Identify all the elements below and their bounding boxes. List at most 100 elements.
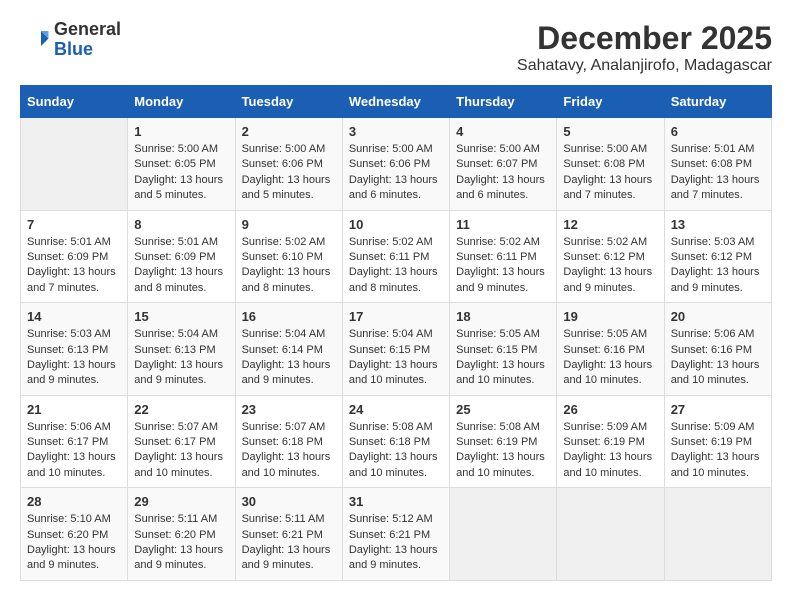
page-subtitle: Sahatavy, Analanjirofo, Madagascar bbox=[517, 57, 772, 75]
calendar-cell bbox=[21, 118, 128, 211]
calendar-cell: 26Sunrise: 5:09 AMSunset: 6:19 PMDayligh… bbox=[557, 395, 664, 488]
sunrise-text: Sunrise: 5:08 AM bbox=[456, 421, 540, 433]
calendar-cell: 7Sunrise: 5:01 AMSunset: 6:09 PMDaylight… bbox=[21, 210, 128, 303]
sunrise-text: Sunrise: 5:01 AM bbox=[27, 236, 111, 248]
sunset-text: Sunset: 6:21 PM bbox=[349, 529, 430, 541]
day-of-week-wednesday: Wednesday bbox=[342, 86, 449, 118]
day-number: 10 bbox=[349, 217, 443, 232]
calendar-cell: 11 Sunrise: 5:02 AMSunset: 6:11 PMDayligh… bbox=[450, 210, 557, 303]
sunset-text: Sunset: 6:19 PM bbox=[563, 436, 644, 448]
cell-content: Sunrise: 5:11 AMSunset: 6:21 PMDaylight:… bbox=[242, 512, 336, 574]
daylight-text: Daylight: 13 hours and 7 minutes. bbox=[27, 266, 116, 293]
day-number: 11 bbox=[456, 217, 550, 232]
calendar-cell bbox=[450, 488, 557, 581]
daylight-text: Daylight: 13 hours and 10 minutes. bbox=[456, 359, 545, 386]
calendar-cell: 31Sunrise: 5:12 AMSunset: 6:21 PMDayligh… bbox=[342, 488, 449, 581]
sunset-text: Sunset: 6:09 PM bbox=[134, 251, 215, 263]
cell-content: Sunrise: 5:00 AMSunset: 6:06 PMDaylight:… bbox=[242, 142, 336, 204]
day-number: 4 bbox=[456, 124, 550, 139]
daylight-text: Daylight: 13 hours and 10 minutes. bbox=[563, 451, 652, 478]
daylight-text: Daylight: 13 hours and 9 minutes. bbox=[671, 266, 760, 293]
calendar-week-4: 21Sunrise: 5:06 AMSunset: 6:17 PMDayligh… bbox=[21, 395, 772, 488]
day-number: 22 bbox=[134, 402, 228, 417]
calendar-cell bbox=[557, 488, 664, 581]
calendar-week-5: 28Sunrise: 5:10 AMSunset: 6:20 PMDayligh… bbox=[21, 488, 772, 581]
calendar-cell: 30 Sunrise: 5:11 AMSunset: 6:21 PMDayligh… bbox=[235, 488, 342, 581]
logo-general: General bbox=[54, 20, 121, 40]
sunset-text: Sunset: 6:10 PM bbox=[242, 251, 323, 263]
cell-content: Sunrise: 5:03 AMSunset: 6:12 PMDaylight:… bbox=[671, 235, 765, 297]
cell-content: Sunrise: 5:04 AM Sunset: 6:14 PM Daylight:… bbox=[242, 327, 336, 389]
daylight-text: Daylight: 13 hours and 9 minutes. bbox=[349, 544, 438, 571]
cell-content: Sunrise: 5:08 AMSunset: 6:18 PMDaylight:… bbox=[349, 420, 443, 482]
day-of-week-tuesday: Tuesday bbox=[235, 86, 342, 118]
sunrise-text: Sunrise: 5:04 AM bbox=[242, 328, 326, 340]
sunset-text: Sunset: 6:14 PM bbox=[242, 344, 323, 356]
calendar-body: 1Sunrise: 5:00 AMSunset: 6:05 PMDaylight… bbox=[21, 118, 772, 581]
day-number: 30 bbox=[242, 494, 336, 509]
daylight-text: Daylight: 13 hours and 6 minutes. bbox=[349, 174, 438, 201]
daylight-text: Daylight: 13 hours and 6 minutes. bbox=[456, 174, 545, 201]
cell-content: Sunrise: 5:05 AMSunset: 6:15 PMDaylight:… bbox=[456, 327, 550, 389]
sunset-text: Sunset: 6:05 PM bbox=[134, 158, 215, 170]
calendar-cell: 4 Sunrise: 5:00 AMSunset: 6:07 PMDaylight… bbox=[450, 118, 557, 211]
sunrise-text: Sunrise: 5:10 AM bbox=[27, 513, 111, 525]
daylight-text: Daylight: 13 hours and 10 minutes. bbox=[671, 359, 760, 386]
calendar-cell: 27 Sunrise: 5:09 AMSunset: 6:19 PMDayligh… bbox=[664, 395, 771, 488]
sunrise-text: Sunrise: 5:03 AM bbox=[671, 236, 755, 248]
sunset-text: Sunset: 6:21 PM bbox=[242, 529, 323, 541]
calendar-cell: 23Sunrise: 5:07 AMSunset: 6:18 PMDayligh… bbox=[235, 395, 342, 488]
daylight-text: Daylight: 13 hours and 8 minutes. bbox=[242, 266, 331, 293]
sunset-text: Sunset: 6:13 PM bbox=[27, 344, 108, 356]
day-number: 12 bbox=[563, 217, 657, 232]
calendar-cell: 25Sunrise: 5:08 AMSunset: 6:19 PMDayligh… bbox=[450, 395, 557, 488]
page-header: General Blue December 2025 Sahatavy, Ana… bbox=[20, 20, 772, 75]
calendar-table: SundayMondayTuesdayWednesdayThursdayFrid… bbox=[20, 85, 772, 581]
daylight-text: Daylight: 13 hours and 7 minutes. bbox=[671, 174, 760, 201]
calendar-cell: 3 Sunrise: 5:00 AMSunset: 6:06 PMDaylight… bbox=[342, 118, 449, 211]
cell-content: Sunrise: 5:04 AMSunset: 6:13 PMDaylight:… bbox=[134, 327, 228, 389]
day-of-week-monday: Monday bbox=[128, 86, 235, 118]
daylight-text: Daylight: 13 hours and 9 minutes. bbox=[242, 359, 331, 386]
calendar-week-2: 7Sunrise: 5:01 AMSunset: 6:09 PMDaylight… bbox=[21, 210, 772, 303]
calendar-cell: 20Sunrise: 5:06 AMSunset: 6:16 PMDayligh… bbox=[664, 303, 771, 396]
calendar-cell: 12Sunrise: 5:02 AMSunset: 6:12 PMDayligh… bbox=[557, 210, 664, 303]
calendar-cell: 9Sunrise: 5:02 AMSunset: 6:10 PMDaylight… bbox=[235, 210, 342, 303]
sunrise-text: Sunrise: 5:07 AM bbox=[134, 421, 218, 433]
sunset-text: Sunset: 6:08 PM bbox=[671, 158, 752, 170]
day-number: 27 bbox=[671, 402, 765, 417]
daylight-text: Daylight: 13 hours and 10 minutes. bbox=[671, 451, 760, 478]
sunrise-text: Sunrise: 5:08 AM bbox=[349, 421, 433, 433]
daylight-text: Daylight: 13 hours and 9 minutes. bbox=[27, 359, 116, 386]
cell-content: Sunrise: 5:02 AMSunset: 6:11 PMDaylight:… bbox=[456, 235, 550, 297]
sunrise-text: Sunrise: 5:05 AM bbox=[563, 328, 647, 340]
sunrise-text: Sunrise: 5:00 AM bbox=[563, 143, 647, 155]
day-number: 31 bbox=[349, 494, 443, 509]
cell-content: Sunrise: 5:07 AMSunset: 6:17 PMDaylight:… bbox=[134, 420, 228, 482]
calendar-cell bbox=[664, 488, 771, 581]
sunset-text: Sunset: 6:06 PM bbox=[349, 158, 430, 170]
day-number: 2 bbox=[242, 124, 336, 139]
sunrise-text: Sunrise: 5:00 AM bbox=[134, 143, 218, 155]
day-number: 6 bbox=[671, 124, 765, 139]
day-number: 3 bbox=[349, 124, 443, 139]
cell-content: Sunrise: 5:06 AMSunset: 6:16 PMDaylight:… bbox=[671, 327, 765, 389]
day-number: 28 bbox=[27, 494, 121, 509]
day-number: 14 bbox=[27, 309, 121, 324]
sunset-text: Sunset: 6:07 PM bbox=[456, 158, 537, 170]
calendar-cell: 29Sunrise: 5:11 AMSunset: 6:20 PMDayligh… bbox=[128, 488, 235, 581]
sunset-text: Sunset: 6:09 PM bbox=[27, 251, 108, 263]
cell-content: Sunrise: 5:00 AMSunset: 6:06 PMDaylight:… bbox=[349, 142, 443, 204]
sunrise-text: Sunrise: 5:05 AM bbox=[456, 328, 540, 340]
cell-content: Sunrise: 5:06 AMSunset: 6:17 PMDaylight:… bbox=[27, 420, 121, 482]
cell-content: Sunrise: 5:04 AMSunset: 6:15 PMDaylight:… bbox=[349, 327, 443, 389]
sunrise-text: Sunrise: 5:11 AM bbox=[134, 513, 217, 525]
sunrise-text: Sunrise: 5:03 AM bbox=[27, 328, 111, 340]
cell-content: Sunrise: 5:00 AMSunset: 6:08 PMDaylight:… bbox=[563, 142, 657, 204]
cell-content: Sunrise: 5:09 AMSunset: 6:19 PMDaylight:… bbox=[671, 420, 765, 482]
day-number: 9 bbox=[242, 217, 336, 232]
cell-content: Sunrise: 5:00 AMSunset: 6:05 PMDaylight:… bbox=[134, 142, 228, 204]
logo-blue: Blue bbox=[54, 40, 121, 60]
calendar-cell: 16Sunrise: 5:04 AMSunset: 6:14 PMDayligh… bbox=[235, 303, 342, 396]
cell-content: Sunrise: 5:00 AMSunset: 6:07 PMDaylight:… bbox=[456, 142, 550, 204]
